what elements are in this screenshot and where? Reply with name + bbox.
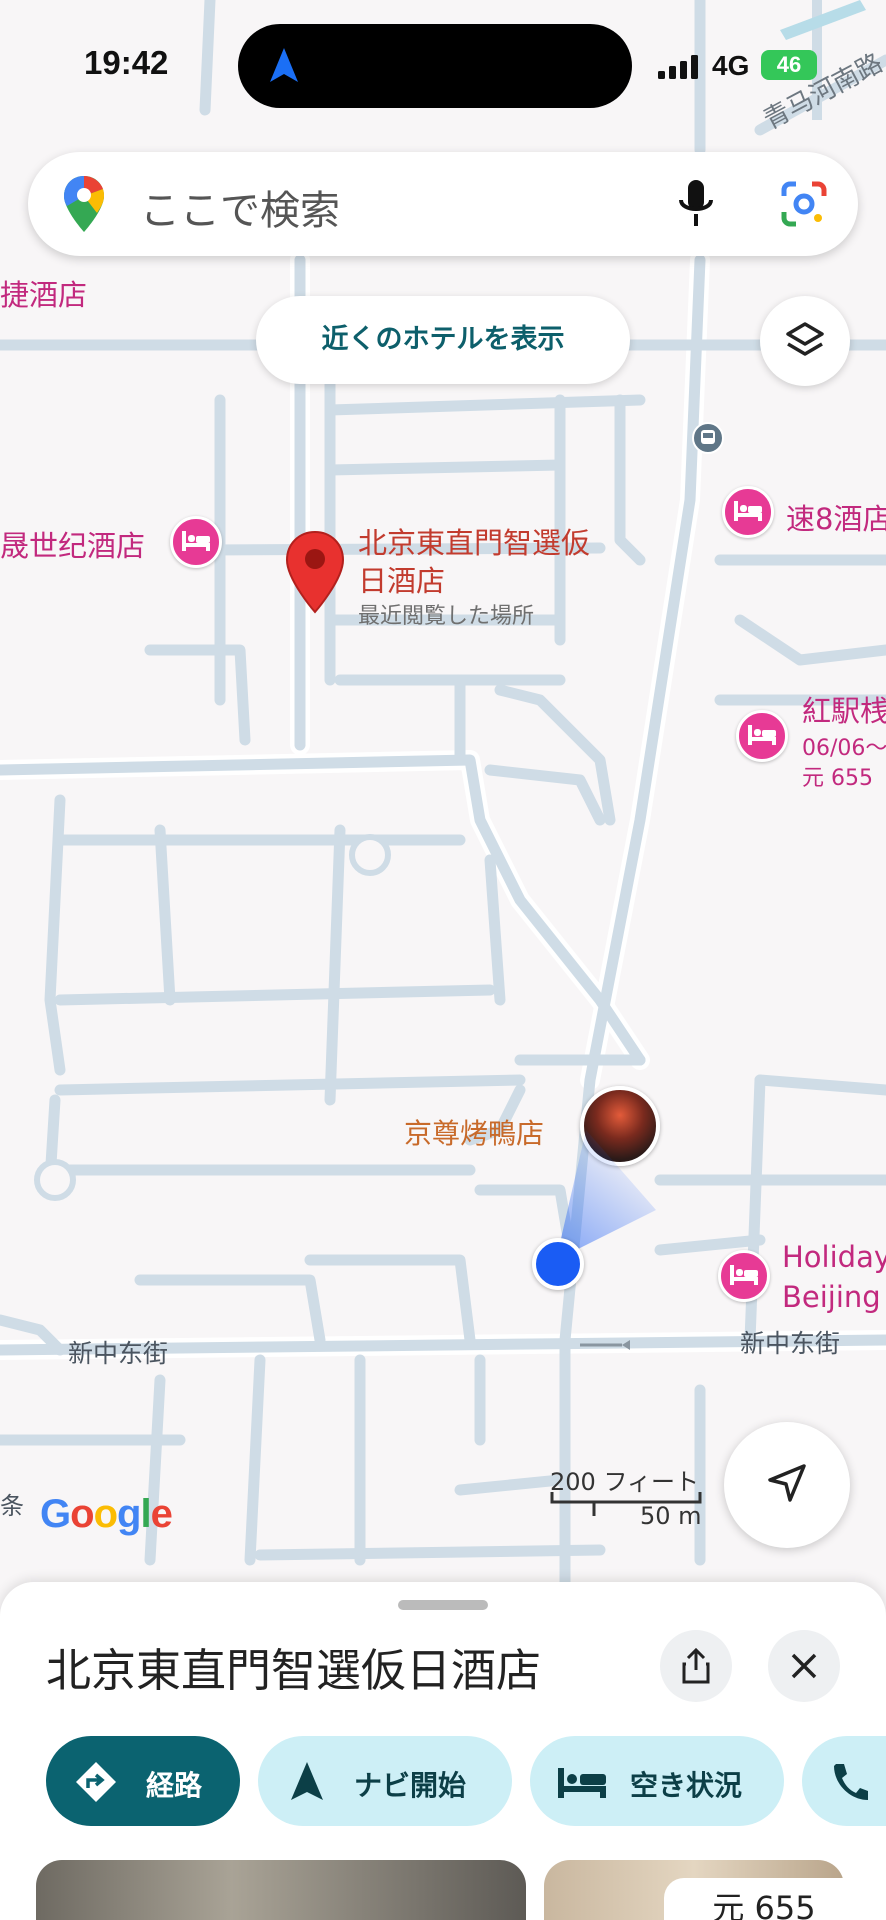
hotel-label-left[interactable]: 晟世纪酒店 [0, 523, 145, 565]
hotel-poi-marker[interactable] [718, 1250, 770, 1302]
hotel-dates: 06/06〜 [802, 736, 886, 761]
bed-icon [734, 501, 762, 521]
restaurant-label[interactable]: 京尊烤鴨店 [404, 1112, 544, 1152]
close-button[interactable] [768, 1630, 840, 1702]
my-location-button[interactable] [724, 1422, 850, 1548]
bed-icon [730, 1265, 758, 1285]
street-label-left: 新中东街 [68, 1339, 169, 1368]
close-icon [791, 1653, 817, 1679]
recently-viewed-label: 最近閲覧した場所 [358, 604, 535, 629]
navigation-active-icon [270, 48, 298, 82]
place-title: 北京東直門智選仮日酒店 [46, 1644, 542, 1697]
availability-button[interactable]: 空き状況 [530, 1736, 784, 1826]
layers-button[interactable] [760, 296, 850, 386]
layers-icon [786, 322, 824, 356]
hotel-label-hongzhan[interactable]: 紅駅桟 [802, 688, 886, 730]
call-button[interactable] [802, 1736, 886, 1826]
navigation-arrow-icon [291, 1762, 323, 1800]
hotel-poi-marker[interactable] [170, 516, 222, 568]
availability-label: 空き状況 [630, 1769, 743, 1802]
dynamic-island [238, 24, 632, 108]
sheet-drag-handle[interactable] [398, 1600, 488, 1610]
price-tag: 元 655 [664, 1878, 864, 1920]
hotel-poi-marker[interactable] [736, 710, 788, 762]
user-location-dot [532, 1238, 584, 1290]
network-type: 4G [712, 50, 750, 81]
scale-meters: 50 m [640, 1502, 702, 1530]
directions-label: 経路 [146, 1769, 203, 1802]
google-logo: Google [40, 1492, 173, 1536]
search-input[interactable]: ここで検索 [140, 178, 340, 236]
maps-pin-icon [64, 176, 104, 232]
search-bar[interactable]: ここで検索 [28, 152, 858, 256]
share-button[interactable] [660, 1630, 732, 1702]
google-lens-icon[interactable] [780, 180, 828, 228]
bed-icon [558, 1768, 606, 1798]
phone-icon [834, 1764, 868, 1800]
selected-place-label-line2[interactable]: 日酒店 [358, 558, 445, 600]
directions-icon [76, 1762, 116, 1802]
bed-icon [748, 725, 776, 745]
location-arrow-icon [768, 1464, 806, 1502]
hotel-label-topleft[interactable]: 捷酒店 [0, 272, 87, 314]
place-photo[interactable] [36, 1860, 526, 1920]
show-nearby-hotels-chip[interactable]: 近くのホテルを表示 [256, 296, 630, 384]
directions-button[interactable]: 経路 [46, 1736, 240, 1826]
hotel-label-holiday-line1[interactable]: Holiday [782, 1240, 886, 1274]
hotel-poi-marker[interactable] [722, 486, 774, 538]
cellular-signal-icon [658, 55, 698, 79]
status-time: 19:42 [84, 44, 169, 81]
mic-icon[interactable] [676, 178, 716, 230]
start-navigation-label: ナビ開始 [354, 1769, 467, 1802]
street-label-edge: 条 [0, 1492, 24, 1520]
bus-stop-icon[interactable] [692, 422, 724, 454]
start-navigation-button[interactable]: ナビ開始 [258, 1736, 512, 1826]
hotel-price: 元 655 [802, 766, 873, 791]
selected-place-label-line1[interactable]: 北京東直門智選仮 [358, 520, 590, 562]
street-label-right: 新中东街 [740, 1329, 841, 1358]
hotel-label-holiday-line2[interactable]: Beijing [782, 1280, 881, 1314]
bed-icon [182, 531, 210, 551]
share-icon [682, 1648, 710, 1684]
hotel-label-right[interactable]: 速8酒店 [786, 496, 886, 538]
status-bar: 19:42 4G 46 [0, 0, 886, 130]
place-bottom-sheet[interactable]: 北京東直門智選仮日酒店 経路 ナビ開始 空き状況 元 655 [0, 1582, 886, 1920]
selected-place-pin-icon[interactable] [284, 530, 346, 614]
